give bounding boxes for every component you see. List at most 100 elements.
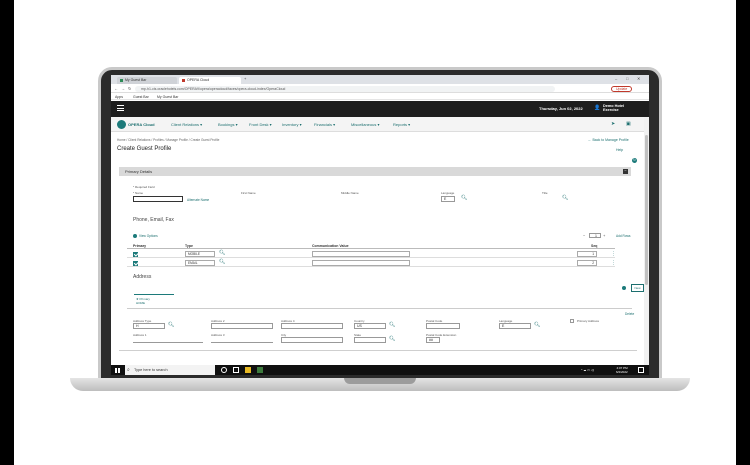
postal-code-input[interactable]	[426, 323, 460, 329]
address3-input[interactable]	[211, 337, 273, 343]
update-button[interactable]: Update	[611, 85, 633, 92]
maximize-icon[interactable]: □	[626, 76, 628, 81]
new-address-button[interactable]: New	[631, 284, 644, 292]
phone-email-fax-heading: Phone, Email, Fax	[133, 217, 174, 223]
back-to-manage-profile-link[interactable]: ← Back to Manage Profile	[588, 138, 629, 142]
alternate-name-link[interactable]: Alternate Name	[187, 198, 209, 202]
add-rows-link[interactable]: Add Rows	[616, 234, 631, 238]
refresh-icon[interactable]: ↻	[632, 158, 637, 163]
country-input[interactable]: US	[354, 323, 386, 329]
table-row: MOBILE 🔍︎ 1 ⋮	[127, 250, 616, 258]
chrome-icon[interactable]	[257, 367, 263, 373]
browser-tab-opera-cloud[interactable]: OPERA Cloud	[179, 77, 241, 84]
taskbar-clock[interactable]: 4:07 PM 6/2/2022	[616, 366, 628, 374]
communications-table-header: Primary Type Communication Value Seq	[127, 244, 615, 249]
back-arrow-icon[interactable]: ←	[114, 86, 118, 91]
task-view-icon[interactable]	[233, 367, 239, 373]
scrollbar-thumb[interactable]	[645, 135, 648, 285]
nav-front-desk[interactable]: Front Desk ▾	[249, 122, 272, 127]
row-actions-icon[interactable]: ⋮	[611, 251, 616, 257]
bookmark-apps[interactable]: Apps	[115, 95, 123, 99]
gear-icon[interactable]	[133, 234, 137, 238]
search-icon[interactable]: 🔍︎	[534, 322, 540, 328]
app-header: Thursday, Jun 02, 2022 👤 Demo Hotel Exer…	[111, 101, 649, 117]
view-options-link[interactable]: View Options	[139, 234, 158, 238]
taskbar-search-input[interactable]: ⌕ Type here to search	[125, 365, 215, 375]
brand-name: OPERA Cloud	[128, 122, 155, 127]
nav-financials[interactable]: Financials ▾	[314, 122, 335, 127]
file-explorer-icon[interactable]	[245, 367, 251, 373]
state-input[interactable]	[354, 337, 386, 343]
search-icon[interactable]: 🔍︎	[168, 322, 174, 328]
user-icon[interactable]: 👤	[594, 105, 600, 111]
delete-link[interactable]: Delete	[625, 312, 634, 316]
city-input[interactable]	[281, 337, 343, 343]
address-language-input[interactable]: E	[499, 323, 531, 329]
search-icon[interactable]: 🔍︎	[219, 259, 225, 265]
info-icon[interactable]	[622, 286, 626, 290]
search-icon[interactable]: 🔍︎	[219, 250, 225, 256]
page-title: Create Guest Profile	[117, 146, 172, 152]
business-date: Thursday, Jun 02, 2022	[539, 106, 583, 111]
nav-miscellaneous[interactable]: Miscellaneous ▾	[351, 122, 379, 127]
system-tray[interactable]: ^ ☁ ▭ ◁)	[581, 368, 594, 372]
nav-reports[interactable]: Reports ▾	[393, 122, 410, 127]
type-input[interactable]: MOBILE	[185, 251, 215, 257]
send-icon[interactable]: ➤	[611, 121, 615, 127]
row-actions-icon[interactable]: ⋮	[611, 260, 616, 266]
url-input[interactable]: mp-h1-cis.oraclehotels.com/OPERA9/opera/…	[135, 85, 555, 92]
browser-tab-my-guest-bar[interactable]: My Guest Bar	[117, 77, 177, 84]
breadcrumb[interactable]: Home / Client Relations / Profiles / Man…	[117, 138, 219, 142]
forward-arrow-icon[interactable]: →	[121, 86, 125, 91]
communication-value-input[interactable]	[312, 251, 410, 257]
nav-client-relations[interactable]: Client Relations ▾	[171, 122, 202, 127]
menu-icon[interactable]	[117, 105, 124, 111]
type-input[interactable]: EMAIL	[185, 260, 215, 266]
address4-input[interactable]	[281, 323, 343, 329]
primary-checkbox[interactable]	[133, 260, 138, 266]
search-icon[interactable]: 🔍︎	[562, 195, 568, 201]
stepper-plus-button[interactable]: +	[603, 233, 605, 238]
name-input[interactable]	[133, 196, 183, 202]
stepper-minus-button[interactable]: −	[583, 233, 585, 238]
address1-input[interactable]	[133, 337, 203, 343]
cortana-icon[interactable]	[221, 367, 227, 373]
main-nav: OPERA Cloud Client Relations ▾ Bookings …	[111, 117, 649, 132]
hotel-name[interactable]: Demo Hotel Exercise	[603, 104, 624, 113]
primary-details-section[interactable]: Primary Details −	[119, 167, 631, 176]
seq-input[interactable]: 2	[577, 260, 597, 266]
language-label: Language	[441, 191, 455, 195]
close-icon[interactable]: ✕	[637, 76, 640, 81]
chat-icon[interactable]: ▣	[626, 121, 631, 127]
windows-start-icon[interactable]	[115, 367, 120, 373]
notification-icon[interactable]	[638, 367, 644, 373]
minimize-icon[interactable]: –	[615, 76, 617, 81]
seq-input[interactable]: 1	[577, 251, 597, 257]
nav-inventory[interactable]: Inventory ▾	[282, 122, 302, 127]
address-tab-primary-home[interactable]: ★ Primary HOME	[134, 294, 174, 308]
favicon-icon	[120, 78, 123, 82]
help-link[interactable]: Help	[616, 148, 623, 152]
address-heading: Address	[133, 274, 152, 280]
search-icon[interactable]: 🔍︎	[461, 195, 467, 201]
search-icon[interactable]: 🔍︎	[389, 336, 395, 342]
bookmark-my-guest-bar[interactable]: My Guest Bar	[157, 95, 178, 99]
browser-address-bar: ← → ↻ mp-h1-cis.oraclehotels.com/OPERA9/…	[111, 84, 649, 93]
stage: My Guest Bar OPERA Cloud + – □ ✕ ← → ↻ m…	[14, 0, 736, 465]
opera-logo-icon	[117, 120, 126, 129]
nav-bookings[interactable]: Bookings ▾	[218, 122, 238, 127]
rows-stepper-input[interactable]: 1	[589, 233, 601, 238]
new-tab-button[interactable]: +	[244, 76, 246, 81]
bookmark-guest-bar[interactable]: Guest Bar	[133, 95, 149, 99]
primary-checkbox[interactable]	[133, 251, 138, 257]
address-type-input[interactable]: H	[133, 323, 165, 329]
address2-input[interactable]	[211, 323, 273, 329]
postal-ext-input[interactable]: ##	[426, 337, 440, 343]
reload-icon[interactable]: ↻	[128, 86, 131, 91]
communication-value-input[interactable]	[312, 260, 410, 266]
search-icon[interactable]: 🔍︎	[389, 322, 395, 328]
collapse-icon[interactable]: −	[623, 168, 628, 174]
primary-address-checkbox[interactable]	[570, 319, 574, 323]
windows-taskbar: ⌕ Type here to search ^ ☁ ▭ ◁) 4:07 PM 6…	[111, 365, 649, 375]
language-input[interactable]: E	[441, 196, 455, 202]
